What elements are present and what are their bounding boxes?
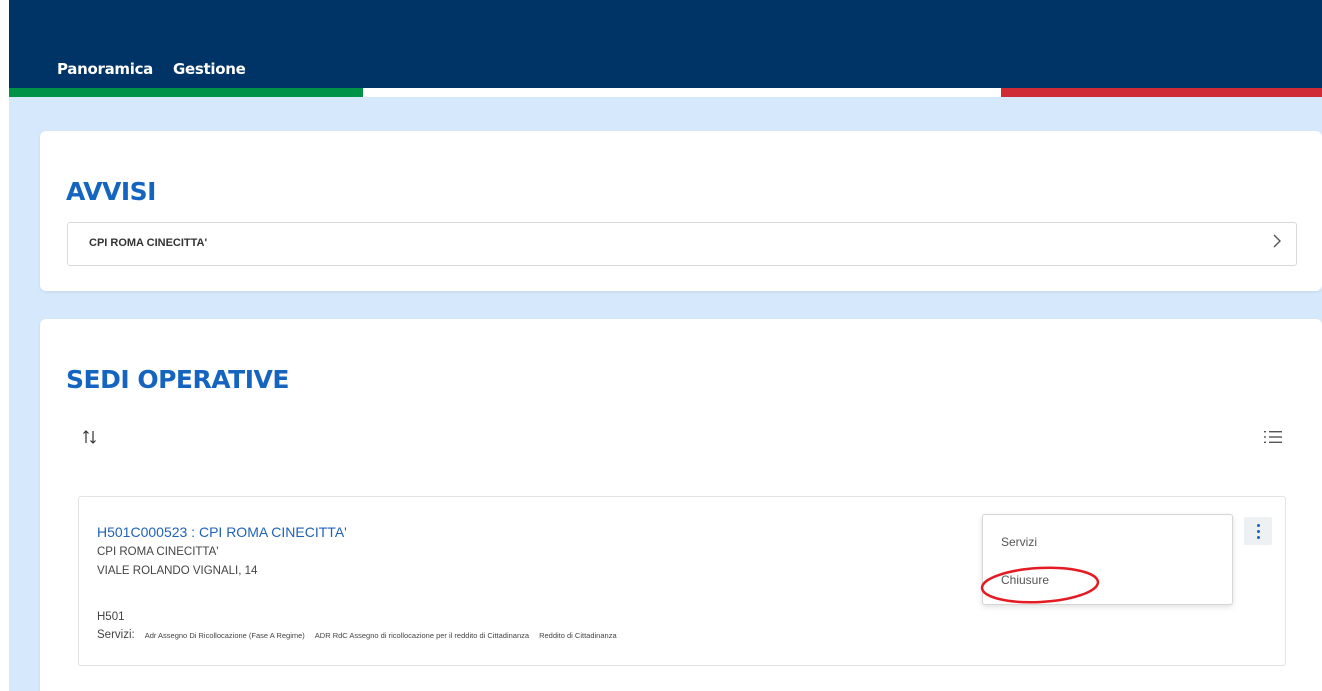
flag-stripe-red xyxy=(1001,88,1322,97)
flag-stripe-white xyxy=(363,88,1001,97)
list-view-icon[interactable] xyxy=(1264,429,1282,445)
chevron-right-icon[interactable] xyxy=(1272,233,1282,254)
kebab-dot xyxy=(1256,529,1260,533)
sede-services: Servizi: Adr Assegno Di Ricollocazione (… xyxy=(97,629,617,641)
sede-card: H501C000523 : CPI ROMA CINECITTA' CPI RO… xyxy=(78,496,1286,666)
sede-name: CPI ROMA CINECITTA' xyxy=(97,546,219,558)
sort-icon[interactable] xyxy=(82,429,98,449)
service-tag: Adr Assegno Di Ricollocazione (Fase A Re… xyxy=(144,631,305,640)
main-nav: Panoramica Gestione xyxy=(57,60,246,78)
sedi-title: SEDI OPERATIVE xyxy=(66,365,289,394)
menu-item-servizi[interactable]: Servizi xyxy=(1001,535,1037,549)
left-edge xyxy=(0,0,9,691)
nav-item-panoramica[interactable]: Panoramica xyxy=(57,60,153,78)
flag-stripe-green xyxy=(9,88,363,97)
avvisi-card: AVVISI CPI ROMA CINECITTA' xyxy=(40,131,1322,291)
sede-code: H501 xyxy=(97,611,125,623)
service-tag: ADR RdC Assegno di ricollocazione per il… xyxy=(314,631,530,640)
avvisi-title: AVVISI xyxy=(66,177,156,206)
sedi-card: SEDI OPERATIVE H501C000523 : CPI ROMA CI… xyxy=(40,319,1322,691)
menu-item-chiusure[interactable]: Chiusure xyxy=(1001,573,1049,587)
services-label: Servizi: xyxy=(97,629,135,641)
more-vert-icon[interactable] xyxy=(1244,517,1272,545)
nav-item-gestione[interactable]: Gestione xyxy=(173,60,246,78)
service-tag: Reddito di Cittadinanza xyxy=(539,631,617,640)
sede-address: VIALE ROLANDO VIGNALI, 14 xyxy=(97,565,258,577)
kebab-dot xyxy=(1256,535,1260,539)
top-navbar: Panoramica Gestione xyxy=(9,0,1322,88)
avvisi-row[interactable]: CPI ROMA CINECITTA' xyxy=(67,222,1297,266)
sede-actions-menu: Servizi Chiusure xyxy=(980,514,1233,605)
kebab-dot xyxy=(1256,523,1260,527)
avvisi-row-label: CPI ROMA CINECITTA' xyxy=(89,237,208,249)
sede-title-link[interactable]: H501C000523 : CPI ROMA CINECITTA' xyxy=(97,524,347,540)
